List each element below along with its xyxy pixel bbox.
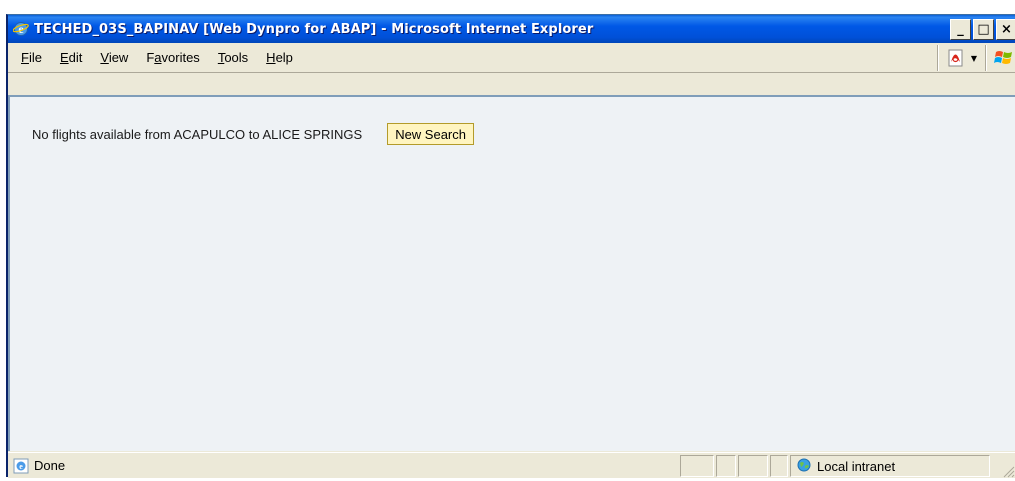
svg-text:e: e [19,462,23,471]
browser-window: e TECHED_03S_BAPINAV [Web Dynpro for ABA… [6,14,1015,478]
status-text: Done [34,458,66,473]
menu-toolbar-right: ▼ [931,45,1015,71]
menu-favorites[interactable]: Favorites [137,50,208,65]
new-search-button[interactable]: New Search [387,123,474,145]
page-done-icon: e [12,457,30,475]
menu-bar: File Edit View Favorites Tools Help ▼ [8,43,1015,73]
menu-file[interactable]: File [12,50,51,65]
menu-edit[interactable]: Edit [51,50,91,65]
pdf-dropdown-arrow-icon[interactable]: ▼ [971,54,977,63]
status-panel-4 [770,455,788,477]
status-panel-2 [716,455,736,477]
status-panel-1 [680,455,714,477]
status-panel-3 [738,455,768,477]
ie-icon: e [12,20,30,38]
menu-separator [936,45,939,71]
windows-flag-icon [993,47,1015,69]
status-bar: e Done Local intranet [8,452,1015,478]
menu-separator-2 [985,45,987,71]
window-title: TECHED_03S_BAPINAV [Web Dynpro for ABAP]… [34,21,594,37]
local-intranet-icon [795,457,813,476]
security-zone-panel[interactable]: Local intranet [790,455,990,477]
title-bar[interactable]: e TECHED_03S_BAPINAV [Web Dynpro for ABA… [8,15,1015,43]
menu-help[interactable]: Help [257,50,302,65]
maximize-button[interactable]: □ [973,19,994,40]
menu-tools[interactable]: Tools [209,50,257,65]
menu-view[interactable]: View [91,50,137,65]
minimize-button[interactable]: _ [950,19,971,40]
window-controls: _ □ × [950,19,1015,40]
no-flights-message: No flights available from ACAPULCO to AL… [32,126,363,142]
close-button[interactable]: × [996,19,1015,40]
result-row: No flights available from ACAPULCO to AL… [32,123,474,145]
zone-label: Local intranet [817,458,896,474]
resize-grip-icon[interactable] [1001,464,1015,478]
page-content: No flights available from ACAPULCO to AL… [8,95,1015,451]
status-panels [680,455,790,477]
pdf-icon[interactable] [945,47,967,69]
